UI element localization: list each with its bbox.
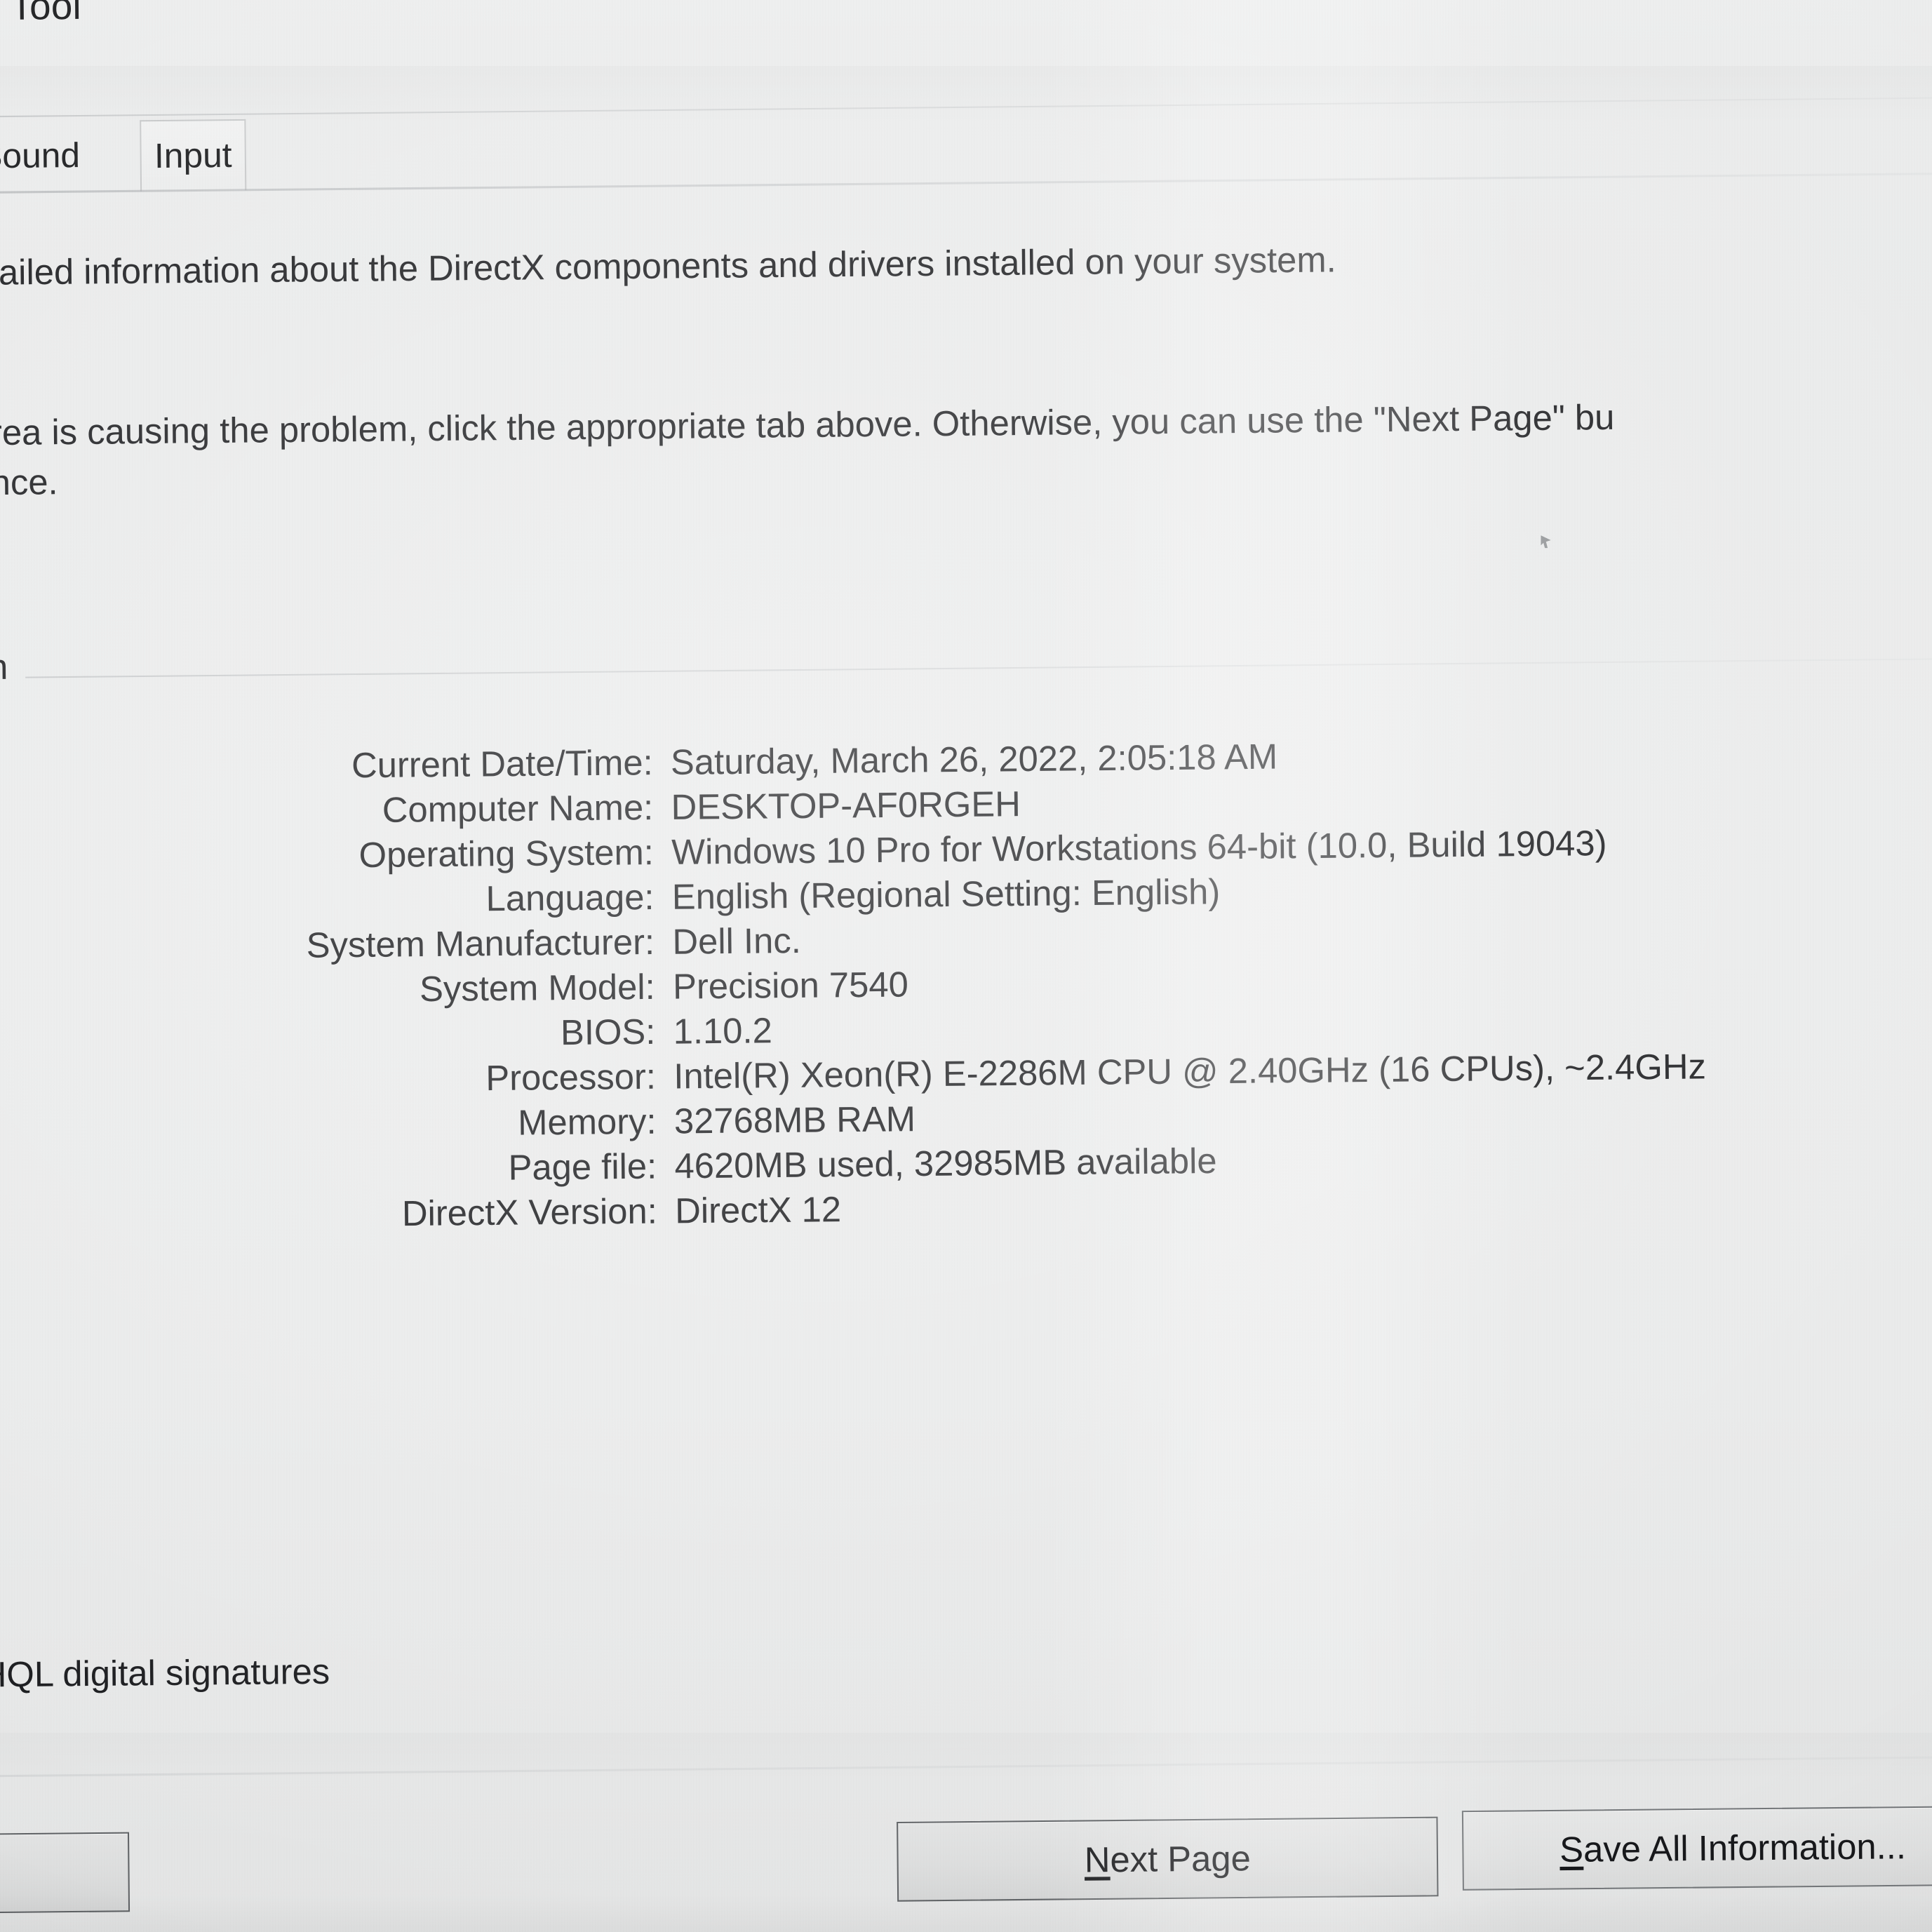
next-page-accelerator: N: [1084, 1839, 1111, 1880]
info-value: Precision 7540: [672, 964, 909, 1007]
description-line-3: ence.: [0, 462, 58, 503]
info-label: System Model:: [419, 967, 655, 1009]
info-label: DirectX Version:: [401, 1190, 658, 1234]
system-information-table: Current Date/Time: Saturday, March 26, 2…: [0, 730, 1910, 1242]
info-value: DirectX 12: [674, 1189, 842, 1231]
info-label: Operating System:: [358, 832, 655, 876]
save-all-information-button[interactable]: Save All Information...: [1461, 1805, 1932, 1891]
save-all-label-rest: ave All Information...: [1583, 1826, 1907, 1870]
info-label: Memory:: [517, 1101, 657, 1143]
info-value: DESKTOP-AF0RGEH: [671, 784, 1021, 828]
system-information-group-rule: [25, 657, 1932, 678]
info-value: Saturday, March 26, 2022, 2:05:18 AM: [670, 736, 1278, 783]
info-label: System Manufacturer:: [306, 922, 655, 965]
info-label: Processor:: [485, 1056, 657, 1099]
system-information-group-label: on: [0, 647, 8, 687]
dxdiag-window: ic Tool Sound Input etailed information …: [0, 0, 1932, 1932]
info-label: BIOS:: [560, 1012, 656, 1053]
info-value: 1.10.2: [673, 1010, 773, 1052]
save-all-accelerator: S: [1559, 1829, 1584, 1870]
tab-strip-top-rule: [0, 97, 1932, 121]
tab-strip-bottom-rule: [0, 172, 1932, 196]
info-label: Current Date/Time:: [351, 742, 653, 786]
mouse-cursor-icon: [1541, 535, 1550, 548]
help-button[interactable]: [0, 1832, 130, 1915]
tab-input[interactable]: Input: [140, 119, 247, 192]
info-value: Windows 10 Pro for Workstations 64-bit (…: [671, 823, 1607, 872]
info-value: 32768MB RAM: [673, 1099, 916, 1141]
info-value: 4620MB used, 32985MB available: [674, 1141, 1217, 1186]
next-page-label-rest: ext Page: [1110, 1838, 1252, 1880]
next-page-button[interactable]: Next Page: [897, 1816, 1439, 1902]
info-value: Dell Inc.: [672, 920, 802, 962]
screenshot-root: ic Tool Sound Input etailed information …: [0, 0, 1932, 1932]
tab-sound[interactable]: Sound: [0, 121, 93, 192]
window-title: ic Tool: [0, 0, 82, 29]
info-label: Computer Name:: [382, 787, 654, 830]
description-line-2: area is causing the problem, click the a…: [0, 397, 1615, 453]
info-label: Page file:: [508, 1146, 657, 1188]
footer-separator: [0, 1755, 1932, 1780]
info-label: Language:: [485, 877, 655, 919]
description-line-1: etailed information about the DirectX co…: [0, 239, 1337, 293]
whql-digital-signatures-checkbox-label[interactable]: HQL digital signatures: [0, 1651, 330, 1696]
info-value: English (Regional Setting: English): [671, 871, 1221, 917]
